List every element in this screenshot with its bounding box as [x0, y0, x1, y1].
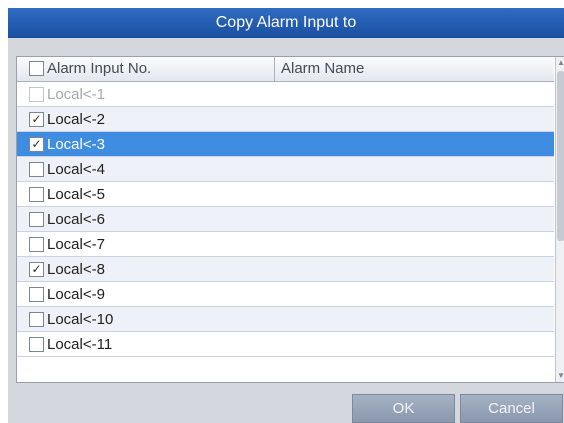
- select-all-checkbox[interactable]: [29, 61, 44, 76]
- column-label-alarm-name: Alarm Name: [281, 60, 365, 77]
- cancel-button[interactable]: Cancel: [460, 394, 563, 423]
- table-row[interactable]: Local<-10: [17, 307, 554, 332]
- ok-button[interactable]: OK: [352, 394, 455, 423]
- row-label: Local<-10: [47, 311, 114, 328]
- row-label: Local<-2: [47, 111, 105, 128]
- checkbox[interactable]: [29, 237, 44, 252]
- row-label: Local<-5: [47, 186, 105, 203]
- table-row[interactable]: ✓ Local<-2: [17, 107, 554, 132]
- table-row[interactable]: ✓ Local<-8: [17, 257, 554, 282]
- row-label: Local<-6: [47, 211, 105, 228]
- table-row[interactable]: Local<-4: [17, 157, 554, 182]
- checkbox: [29, 87, 44, 102]
- row-label: Local<-7: [47, 236, 105, 253]
- checkbox[interactable]: [29, 162, 44, 177]
- row-label: Local<-8: [47, 261, 105, 278]
- scroll-down-arrow-icon[interactable]: ▼: [556, 370, 564, 382]
- column-header-alarm-name[interactable]: Alarm Name: [275, 57, 554, 81]
- vertical-scrollbar[interactable]: ▲ ▼: [555, 57, 564, 382]
- column-label-alarm-input-no: Alarm Input No.: [47, 60, 152, 77]
- checkbox[interactable]: [29, 312, 44, 327]
- row-label: Local<-4: [47, 161, 105, 178]
- checked-checkbox-icon[interactable]: ✓: [29, 262, 44, 277]
- row-label: Local<-3: [47, 136, 105, 153]
- checked-checkbox-icon[interactable]: ✓: [29, 137, 44, 152]
- column-header-alarm-input-no[interactable]: Alarm Input No.: [17, 57, 275, 81]
- table-row[interactable]: ✓ Local<-3: [17, 132, 554, 157]
- checkbox[interactable]: [29, 187, 44, 202]
- table-row: Local<-1: [17, 82, 554, 107]
- table-header: Alarm Input No. Alarm Name: [17, 57, 554, 82]
- copy-alarm-input-dialog: Copy Alarm Input to Alarm Input No. Alar…: [8, 8, 564, 423]
- scrollbar-thumb[interactable]: [557, 71, 564, 241]
- scroll-up-arrow-icon[interactable]: ▲: [556, 57, 564, 69]
- checkbox[interactable]: [29, 212, 44, 227]
- alarm-input-table: Alarm Input No. Alarm Name Local<-1 ✓ Loca…: [16, 56, 564, 383]
- checkbox[interactable]: [29, 337, 44, 352]
- table-row[interactable]: Local<-11: [17, 332, 554, 357]
- row-label: Local<-11: [47, 336, 113, 353]
- table-row[interactable]: Local<-5: [17, 182, 554, 207]
- checked-checkbox-icon[interactable]: ✓: [29, 112, 44, 127]
- row-label: Local<-9: [47, 286, 105, 303]
- table-row[interactable]: Local<-6: [17, 207, 554, 232]
- row-label: Local<-1: [47, 86, 105, 103]
- checkbox[interactable]: [29, 287, 44, 302]
- dialog-title: Copy Alarm Input to: [8, 8, 564, 38]
- table-row[interactable]: Local<-7: [17, 232, 554, 257]
- table-row[interactable]: Local<-9: [17, 282, 554, 307]
